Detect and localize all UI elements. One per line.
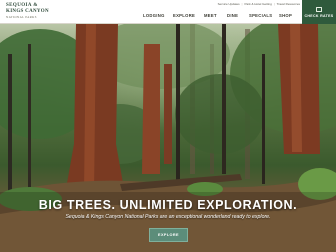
logo-line-3: NATIONAL PARKS [6,15,37,19]
nav-item-lodging[interactable]: LODGING [143,13,165,18]
utility-link-getting-here[interactable]: Park & Hotel Getting [244,2,271,6]
divider: | [241,2,243,6]
utility-link-travel-resources[interactable]: Travel Resources [277,2,300,6]
nav-item-dine[interactable]: DINE [227,13,238,18]
nav-item-shop[interactable]: SHOP [279,13,292,18]
site-logo[interactable]: SEQUOIA & KINGS CANYON NATIONAL PARKS [6,3,62,21]
site-header: SEQUOIA & KINGS CANYON NATIONAL PARKS Se… [0,0,336,24]
explore-button[interactable]: EXPLORE [149,228,188,242]
utility-links: Service Updates | Park & Hotel Getting |… [218,2,300,6]
check-rates-button[interactable]: CHECK RATES [302,0,336,24]
nav-item-specials[interactable]: SPECIALS [249,13,272,18]
calendar-icon [316,6,322,12]
check-rates-label: CHECK RATES [304,13,334,18]
nav-item-meet[interactable]: MEET [204,13,217,18]
hero-headline: BIG TREES. UNLIMITED EXPLORATION. [38,198,298,212]
utility-link-service-updates[interactable]: Service Updates [218,2,240,6]
nav-item-explore[interactable]: EXPLORE [173,13,195,18]
hero-subhead: Sequoia & Kings Canyon National Parks ar… [65,214,271,220]
divider: | [273,2,275,6]
